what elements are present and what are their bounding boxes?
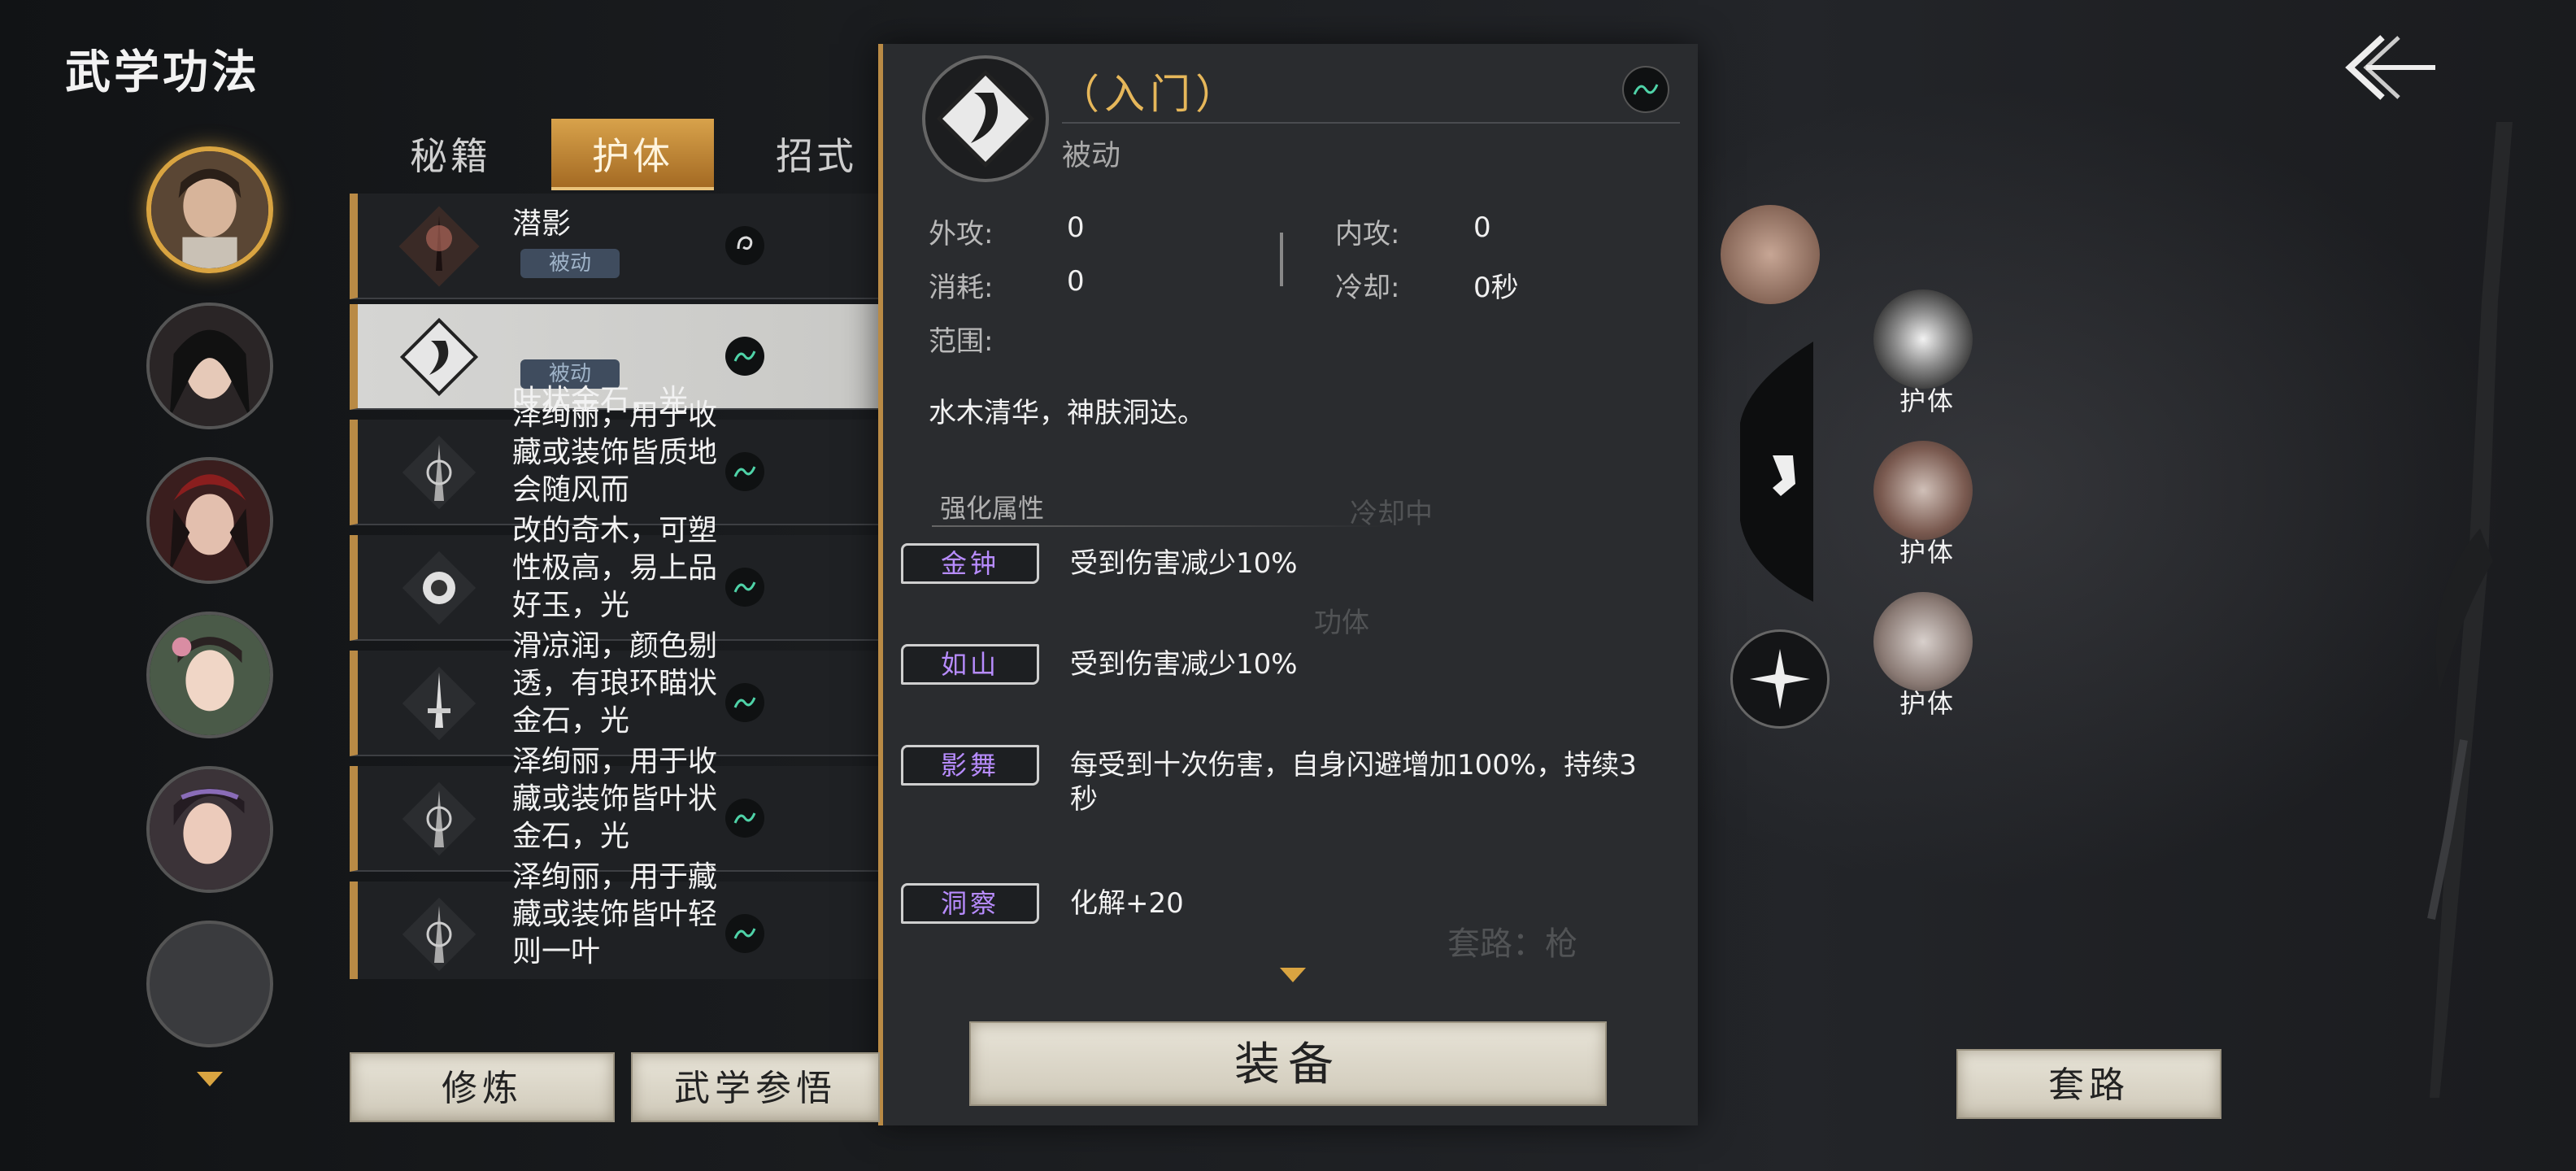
tab-zhaoshi[interactable]: 招式 [735, 119, 898, 187]
skill-row-selected[interactable]: 被动 叶状金石，光 [350, 304, 878, 417]
page-title: 武学功法 [65, 46, 260, 99]
skill-overlay-text: 改的奇木，可塑性极高，易上品好玉，光 [512, 514, 718, 622]
spear-weapon-illustration [2427, 122, 2513, 1098]
stat-inner-attack-label: 内攻: [1335, 218, 1400, 250]
stat-outer-attack-value: 0 [1067, 211, 1085, 244]
huti-slot-label: 护体 [1899, 688, 1956, 719]
cultivate-button[interactable]: 修炼 [350, 1052, 615, 1122]
equipped-skill-icon[interactable] [1721, 205, 1820, 304]
huti-slot-3-icon[interactable] [1873, 592, 1973, 691]
enhance-text: 化解+20 [1070, 887, 1184, 920]
stat-outer-attack-label: 外攻: [929, 218, 994, 250]
blade-skill-icon [402, 897, 476, 972]
avatar-empty-slot[interactable] [146, 921, 273, 1047]
skill-row[interactable]: 滑凉润，颜色剔透，有琅环瞄状金石，光 [350, 629, 878, 756]
enhance-section-title: 强化属性 [940, 493, 1045, 524]
divider [932, 525, 1387, 527]
orb-skill-icon [402, 551, 476, 625]
wave-icon [725, 452, 764, 491]
skill-title: （入门） [1059, 71, 1241, 118]
skill-row[interactable]: 潜影 被动 [350, 194, 878, 299]
avatar-character-3[interactable] [146, 457, 273, 584]
swirl-icon [725, 226, 764, 265]
skill-row[interactable]: 泽绚丽，用于收藏或装饰皆质地会随风而 [350, 398, 878, 525]
skill-row[interactable]: 泽绚丽，用于收藏或装饰皆叶状金石，光 [350, 745, 878, 872]
faded-gongti-text: 功体 [1314, 607, 1369, 639]
wave-icon [725, 683, 764, 722]
comprehend-button[interactable]: 武学参悟 [631, 1052, 880, 1122]
skill-emblem-icon [922, 55, 1049, 182]
enhance-tag: 洞察 [901, 883, 1039, 924]
avatar-character-5[interactable] [146, 766, 273, 893]
wave-icon [725, 914, 764, 953]
faded-routine-text: 套路：枪 [1447, 925, 1577, 963]
skill-overlay-text: 滑凉润，颜色剔透，有琅环瞄状金石，光 [512, 629, 718, 738]
skill-overlay-text: 泽绚丽，用于收藏或装饰皆质地会随风而 [512, 398, 718, 507]
avatar-character-1[interactable] [146, 146, 273, 273]
equip-slot-bracket [1740, 342, 1813, 602]
skill-row[interactable]: 改的奇木，可塑性极高，易上品好玉，光 [350, 514, 878, 641]
wave-icon [725, 337, 764, 376]
skill-type: 被动 [1062, 139, 1121, 172]
blade-skill-icon [402, 781, 476, 856]
huti-slot-label: 护体 [1899, 537, 1956, 568]
divider [1062, 122, 1680, 124]
equip-button[interactable]: 装备 [969, 1021, 1607, 1106]
skill-name: 潜影 [512, 207, 572, 241]
back-arrow-icon[interactable] [2334, 31, 2439, 104]
chevron-down-icon[interactable] [194, 1067, 226, 1091]
stat-cooldown-label: 冷却: [1335, 272, 1400, 304]
stat-range-label: 范围: [929, 325, 994, 358]
enhance-tag: 如山 [901, 644, 1039, 685]
stat-divider [1280, 233, 1283, 286]
enhance-tag: 影舞 [901, 745, 1039, 786]
huti-slot-1-icon[interactable] [1873, 289, 1973, 389]
skill-overlay-text: 泽绚丽，用于藏藏或装饰皆叶轻则一叶 [512, 860, 718, 969]
compass-icon[interactable] [1730, 629, 1830, 729]
stat-cooldown-value: 0秒 [1473, 272, 1519, 304]
wind-skill-icon [399, 317, 479, 397]
sword-skill-icon [402, 666, 476, 741]
chevron-down-icon[interactable] [1277, 964, 1309, 987]
stat-cost-value: 0 [1067, 265, 1085, 298]
skill-overlay-text: 泽绚丽，用于收藏或装饰皆叶状金石，光 [512, 745, 718, 853]
blade-skill-icon [402, 435, 476, 510]
huti-slot-2-icon[interactable] [1873, 441, 1973, 540]
skill-description: 水木清华，神肤洞达。 [929, 397, 1205, 429]
enhance-tag: 金钟 [901, 543, 1039, 584]
huti-slot-label: 护体 [1899, 385, 1956, 416]
stat-cost-label: 消耗: [929, 272, 994, 304]
tab-huti[interactable]: 护体 [551, 119, 714, 190]
faded-cooldown-text: 冷却中 [1350, 498, 1433, 530]
shadow-skill-icon [398, 206, 480, 287]
wave-icon [725, 568, 764, 607]
wave-icon [725, 799, 764, 838]
enhance-text: 受到伤害减少10% [1070, 648, 1298, 681]
passive-badge: 被动 [520, 249, 620, 278]
routine-button[interactable]: 套路 [1956, 1049, 2221, 1119]
enhance-text: 受到伤害减少10% [1070, 547, 1298, 580]
tab-miji[interactable]: 秘籍 [369, 119, 532, 187]
skill-row[interactable]: 泽绚丽，用于藏藏或装饰皆叶轻则一叶 [350, 860, 878, 979]
stat-inner-attack-value: 0 [1473, 211, 1491, 244]
avatar-character-4[interactable] [146, 612, 273, 738]
wave-icon [1622, 66, 1669, 113]
skill-list: 潜影 被动 被动 叶状金石，光 泽绚丽，用于收藏或装饰皆质地会随风而 改的奇木，… [350, 194, 886, 979]
enhance-text: 每受到十次伤害，自身闪避增加100%，持续3秒 [1070, 749, 1637, 816]
avatar-character-2[interactable] [146, 303, 273, 429]
